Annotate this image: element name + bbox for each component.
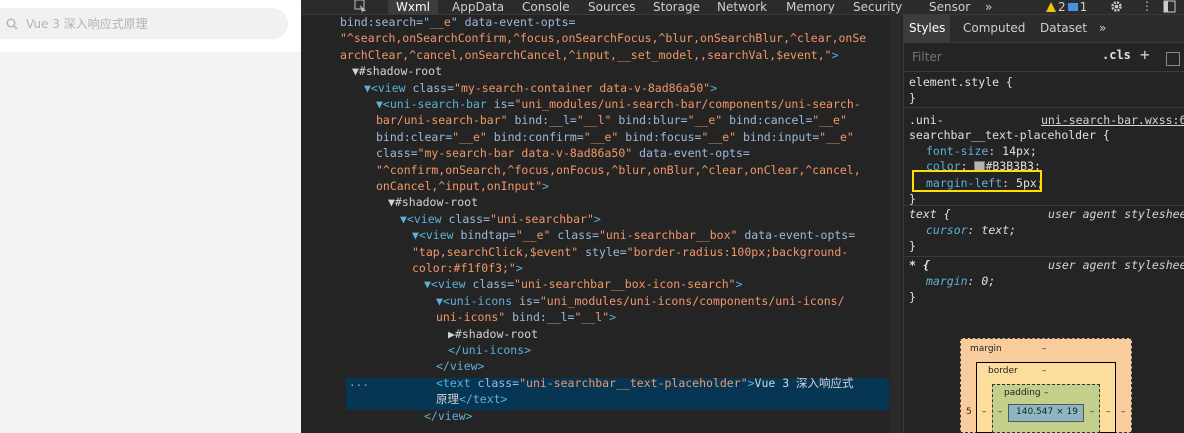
margin-left-value: 5 bbox=[966, 407, 972, 417]
rule-selector: .uni- bbox=[909, 113, 944, 127]
tree-line[interactable]: ▼<view class="my-search-container data-v… bbox=[364, 80, 717, 96]
toggle-sidebar-icon[interactable] bbox=[1166, 52, 1180, 66]
rule-close: } bbox=[909, 239, 916, 253]
tree-line[interactable]: ▼#shadow-root bbox=[388, 194, 478, 210]
tree-line[interactable]: archClear,^cancel,onSearchCancel,^input,… bbox=[340, 47, 839, 63]
border-label: border bbox=[988, 366, 1018, 376]
rule-close: } bbox=[909, 91, 916, 105]
warnings-indicator[interactable]: 2 1 bbox=[1046, 0, 1087, 14]
styles-tabbar: Styles Computed Dataset » bbox=[904, 15, 1184, 43]
tree-line[interactable]: bind:clear="__e" bind:confirm="__e" bind… bbox=[376, 129, 854, 145]
margin-top-value: – bbox=[1042, 344, 1047, 354]
styles-filter-input[interactable] bbox=[906, 48, 1102, 66]
rule-close: } bbox=[909, 192, 916, 206]
padding-left-value: – bbox=[998, 407, 1003, 417]
margin-label: margin bbox=[970, 344, 1002, 354]
more-tabs-button[interactable]: » bbox=[985, 0, 992, 14]
tab-console[interactable]: Console bbox=[522, 0, 570, 14]
tab-sources[interactable]: Sources bbox=[588, 0, 635, 14]
dock-side-icon[interactable] bbox=[1163, 0, 1176, 16]
tree-line[interactable]: </view> bbox=[424, 408, 472, 424]
more-options-icon[interactable]: ⋮ bbox=[1141, 0, 1153, 13]
rule-element-style: element.style { } bbox=[904, 72, 1184, 108]
tree-line[interactable]: "^confirm,onSearch,^focus,onFocus,^blur,… bbox=[376, 162, 861, 178]
margin-right-value: – bbox=[1121, 407, 1126, 417]
border-top-value: – bbox=[1042, 366, 1047, 376]
tree-line[interactable]: color:#f1f0f3;"> bbox=[412, 260, 523, 276]
tree-line[interactable]: <text class="uni-searchbar__text-placeho… bbox=[436, 375, 854, 391]
tree-scrollbar[interactable] bbox=[890, 14, 901, 433]
simulator-preview: Vue 3 深入响应式原理 bbox=[0, 0, 301, 433]
tab-network[interactable]: Network bbox=[717, 0, 767, 14]
tree-line[interactable]: ▼<view class="uni-searchbar"> bbox=[400, 211, 601, 227]
padding-top-value: – bbox=[1044, 388, 1049, 398]
border-right-value: – bbox=[1106, 407, 1111, 417]
tree-line[interactable]: ▼<view bindtap="__e" class="uni-searchba… bbox=[412, 227, 855, 243]
warning-icon bbox=[1046, 2, 1056, 12]
tree-line[interactable]: "tap,searchClick,$event" style="border-r… bbox=[412, 244, 848, 260]
tab-styles[interactable]: Styles bbox=[904, 15, 951, 42]
tree-line[interactable]: ▼<uni-icons is="uni_modules/uni-icons/co… bbox=[436, 293, 845, 309]
tab-dataset[interactable]: Dataset bbox=[1035, 15, 1092, 42]
inspect-element-icon[interactable] bbox=[354, 0, 368, 13]
content-size: 140.547 × 19 bbox=[1016, 407, 1078, 417]
search-box[interactable]: Vue 3 深入响应式原理 bbox=[0, 8, 288, 39]
rule-selector-cont: searchbar__text-placeholder { bbox=[909, 128, 1110, 142]
rule-text: text { user agent stylesheet cursor: tex… bbox=[904, 206, 1184, 257]
rule-universal: * { user agent stylesheet margin: 0; } bbox=[904, 257, 1184, 307]
rule-selector: element.style { bbox=[909, 75, 1013, 89]
tree-line[interactable]: </uni-icons> bbox=[448, 342, 531, 358]
prop-cursor: cursor: text; bbox=[926, 223, 1017, 237]
cls-toggle[interactable]: .cls bbox=[1102, 48, 1131, 62]
tree-line[interactable]: "^search,onSearchConfirm,^focus,onSearch… bbox=[340, 30, 866, 46]
tab-storage[interactable]: Storage bbox=[653, 0, 700, 14]
rule-selector: * { bbox=[909, 258, 930, 272]
rule-selector: text { bbox=[909, 207, 951, 221]
padding-right-value: – bbox=[1090, 407, 1095, 417]
tree-line[interactable]: uni-icons" bind:__l="__l"> bbox=[436, 309, 616, 325]
rule-close: } bbox=[909, 290, 916, 304]
ua-stylesheet-label: user agent stylesheet bbox=[1048, 207, 1184, 221]
highlight-box bbox=[912, 170, 1042, 192]
tree-line[interactable]: ▼#shadow-root bbox=[352, 63, 442, 79]
tree-line[interactable]: class="my-search-bar data-v-8ad86a50" da… bbox=[376, 145, 750, 161]
styles-more-tabs[interactable]: » bbox=[1094, 15, 1111, 42]
tab-appdata[interactable]: AppData bbox=[452, 0, 504, 14]
tree-line[interactable]: ▶#shadow-root bbox=[448, 326, 538, 342]
warnings-count: 2 bbox=[1058, 0, 1066, 14]
ua-stylesheet-label: user agent stylesheet bbox=[1048, 258, 1184, 272]
wxml-tree: ··· bind:search="__e" data-event-opts= "^… bbox=[301, 14, 901, 433]
tab-wxml[interactable]: Wxml bbox=[388, 0, 438, 14]
messages-count: 1 bbox=[1079, 0, 1088, 14]
filter-row: .cls + bbox=[904, 43, 1184, 72]
devtools-tabbar: Wxml AppData Console Sources Storage Net… bbox=[301, 0, 1184, 15]
border-left-value: – bbox=[982, 407, 987, 417]
prop-font-size[interactable]: font-size: 14px; bbox=[926, 143, 1037, 159]
search-placeholder: Vue 3 深入响应式原理 bbox=[26, 17, 148, 31]
tree-line[interactable]: ▼<view class="uni-searchbar__box-icon-se… bbox=[424, 276, 743, 292]
styles-pane: Styles Computed Dataset » .cls + element… bbox=[903, 15, 1184, 433]
tree-line[interactable]: 原理</text> bbox=[436, 391, 507, 407]
devtools-panel: Wxml AppData Console Sources Storage Net… bbox=[301, 0, 1184, 433]
tab-computed[interactable]: Computed bbox=[958, 15, 1030, 42]
node-actions-dots[interactable]: ··· bbox=[349, 378, 369, 394]
add-rule-button[interactable]: + bbox=[1140, 45, 1150, 64]
tree-line[interactable]: ▼<uni-search-bar is="uni_modules/uni-sea… bbox=[376, 96, 861, 112]
prop-margin: margin: 0; bbox=[926, 274, 996, 288]
tree-line[interactable]: bar/uni-search-bar" bind:__l="__l" bind:… bbox=[376, 112, 847, 128]
message-icon bbox=[1067, 2, 1078, 11]
search-icon bbox=[4, 16, 20, 32]
tab-security[interactable]: Security bbox=[853, 0, 902, 14]
search-bar-container: Vue 3 深入响应式原理 bbox=[0, 0, 301, 52]
gear-icon[interactable] bbox=[1110, 0, 1123, 16]
tab-sensor[interactable]: Sensor bbox=[929, 0, 970, 14]
tab-memory[interactable]: Memory bbox=[786, 0, 835, 14]
tree-line[interactable]: onCancel,^input,onInput"> bbox=[376, 178, 549, 194]
rule-source-link[interactable]: uni-search-bar.wxss:66 bbox=[1041, 112, 1184, 128]
tree-line[interactable]: </view> bbox=[436, 358, 484, 374]
tree-line[interactable]: bind:search="__e" data-event-opts= bbox=[340, 14, 575, 30]
padding-label: padding bbox=[1004, 388, 1041, 398]
